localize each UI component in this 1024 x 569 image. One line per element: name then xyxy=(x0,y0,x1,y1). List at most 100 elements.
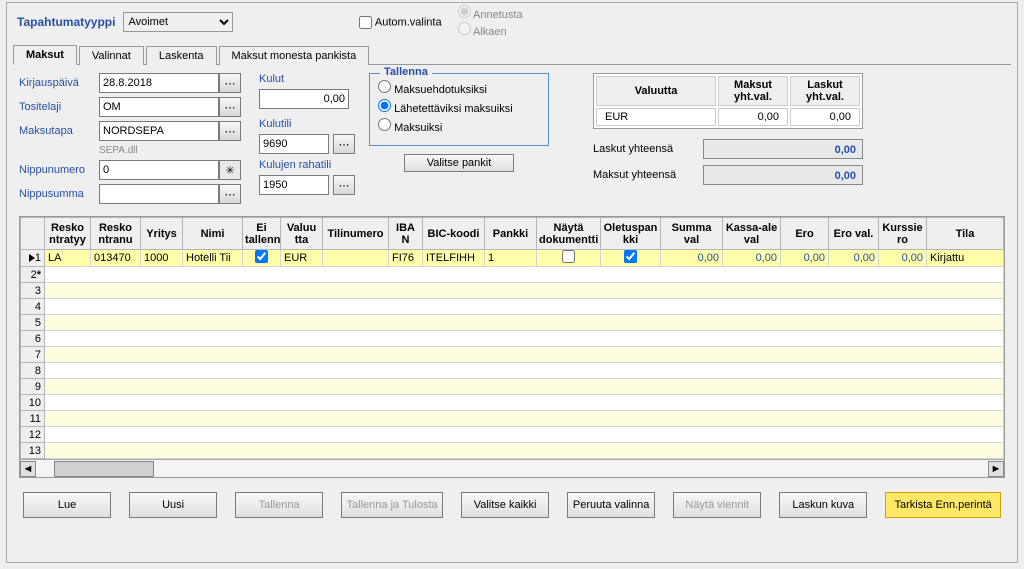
laskun-kuva-button[interactable]: Laskun kuva xyxy=(779,492,867,518)
nayta-viennit-button[interactable]: Näytä viennit xyxy=(673,492,761,518)
table-row[interactable]: 9 xyxy=(21,379,1004,395)
row-cursor-icon xyxy=(29,254,35,262)
tallenna-button[interactable]: Tallenna xyxy=(235,492,323,518)
maksutapa-label: Maksutapa xyxy=(19,125,99,137)
kirjauspaiva-label: Kirjauspäivä xyxy=(19,77,99,89)
col-valuutta[interactable]: Valuu tta xyxy=(281,218,323,250)
maksutapa-picker[interactable]: ⋯ xyxy=(219,121,241,141)
table-row[interactable]: 8 xyxy=(21,363,1004,379)
currency-cell: 0,00 xyxy=(790,108,860,126)
kulutili-label: Kulutili xyxy=(259,118,355,130)
kirjauspaiva-picker[interactable]: ⋯ xyxy=(219,73,241,93)
laskut-yht-value: 0,00 xyxy=(703,139,863,159)
tositelaji-input[interactable] xyxy=(99,97,219,117)
tallenna-legend: Tallenna xyxy=(380,66,432,78)
grid-hscroll[interactable]: ◄ ► xyxy=(20,459,1004,477)
nippusumma-picker[interactable]: ⋯ xyxy=(219,184,241,204)
kulut-input[interactable] xyxy=(259,89,349,109)
col-ero[interactable]: Ero xyxy=(781,218,829,250)
scroll-left-icon[interactable]: ◄ xyxy=(20,461,36,477)
col-reskontratyy[interactable]: Resko ntratyy xyxy=(45,218,91,250)
naytadok-check[interactable] xyxy=(562,250,575,263)
tarkista-button[interactable]: Tarkista Enn.perintä xyxy=(885,492,1001,518)
tositelaji-label: Tositelaji xyxy=(19,101,99,113)
uusi-button[interactable]: Uusi xyxy=(129,492,217,518)
col-eitallenn[interactable]: Ei tallenn xyxy=(243,218,281,250)
radio-annetusta[interactable]: Annetusta xyxy=(458,5,523,22)
table-row[interactable]: 6 xyxy=(21,331,1004,347)
autoselect-label: Autom.valinta xyxy=(375,16,442,28)
eitallenn-check[interactable] xyxy=(255,250,268,263)
col-bic[interactable]: BIC-koodi xyxy=(423,218,485,250)
kulujen-rahatili-picker[interactable]: ⋯ xyxy=(333,175,355,195)
kulujen-rahatili-label: Kulujen rahatili xyxy=(259,159,355,171)
col-reskontranu[interactable]: Resko ntranu xyxy=(91,218,141,250)
col-yritys[interactable]: Yritys xyxy=(141,218,183,250)
col-iban[interactable]: IBA N xyxy=(389,218,423,250)
nippunumero-input[interactable] xyxy=(99,160,219,180)
tab-valinnat[interactable]: Valinnat xyxy=(79,46,144,65)
opt-maksuehdotuksiksi[interactable]: Maksuehdotuksiksi xyxy=(378,80,540,99)
kirjauspaiva-input[interactable] xyxy=(99,73,219,93)
tab-maksut[interactable]: Maksut xyxy=(13,45,77,65)
oletuspankki-check[interactable] xyxy=(624,250,637,263)
table-row[interactable]: 3 xyxy=(21,283,1004,299)
autoselect-checkbox[interactable]: Autom.valinta xyxy=(359,16,441,29)
lue-button[interactable]: Lue xyxy=(23,492,111,518)
currency-hdr-valuutta: Valuutta xyxy=(596,76,716,106)
table-row[interactable]: 2* xyxy=(21,267,1004,283)
nippusumma-label: Nippusumma xyxy=(19,188,99,200)
nippunumero-add[interactable]: ✳ xyxy=(219,160,241,180)
col-nimi[interactable]: Nimi xyxy=(183,218,243,250)
table-row[interactable]: 10 xyxy=(21,395,1004,411)
col-pankki[interactable]: Pankki xyxy=(485,218,537,250)
col-kurssiero[interactable]: Kurssie ro xyxy=(879,218,927,250)
type-label: Tapahtumatyyppi xyxy=(17,15,115,29)
peruuta-button[interactable]: Peruuta valinna xyxy=(567,492,655,518)
tositelaji-picker[interactable]: ⋯ xyxy=(219,97,241,117)
col-summaval[interactable]: Summa val xyxy=(661,218,723,250)
tallenna-fieldset: Tallenna Maksuehdotuksiksi Lähetettäviks… xyxy=(369,73,549,146)
scroll-thumb[interactable] xyxy=(54,461,154,477)
radio-alkaen[interactable]: Alkaen xyxy=(458,22,523,39)
table-row[interactable]: 4 xyxy=(21,299,1004,315)
opt-maksuiksi[interactable]: Maksuiksi xyxy=(378,118,540,137)
currency-table: Valuutta Maksut yht.val. Laskut yht.val.… xyxy=(593,73,863,129)
col-oletuspankki[interactable]: Oletuspan kki xyxy=(601,218,661,250)
maksutapa-input[interactable] xyxy=(99,121,219,141)
kulutili-picker[interactable]: ⋯ xyxy=(333,134,355,154)
table-row[interactable]: 7 xyxy=(21,347,1004,363)
table-row[interactable]: 5 xyxy=(21,315,1004,331)
grid-corner xyxy=(21,218,45,250)
maksutapa-sub: SEPA.dll xyxy=(99,145,219,156)
tab-monesta[interactable]: Maksut monesta pankista xyxy=(219,46,370,65)
kulut-label: Kulut xyxy=(259,73,355,85)
nippusumma-input[interactable] xyxy=(99,184,219,204)
currency-hdr-maksut: Maksut yht.val. xyxy=(718,76,788,106)
kulujen-rahatili-input[interactable] xyxy=(259,175,329,195)
table-row[interactable]: 12 xyxy=(21,427,1004,443)
valitse-pankit-button[interactable]: Valitse pankit xyxy=(404,154,514,172)
kulutili-input[interactable] xyxy=(259,134,329,154)
scroll-right-icon[interactable]: ► xyxy=(988,461,1004,477)
col-tila[interactable]: Tila xyxy=(927,218,1004,250)
col-kassaale[interactable]: Kassa-ale val xyxy=(723,218,781,250)
currency-cell: 0,00 xyxy=(718,108,788,126)
col-tilinumero[interactable]: Tilinumero xyxy=(323,218,389,250)
table-row[interactable]: 1 LA 013470 1000 Hotelli Tii EUR FI76 IT… xyxy=(21,250,1004,267)
table-row[interactable]: 13 xyxy=(21,443,1004,459)
maksut-yht-value: 0,00 xyxy=(703,165,863,185)
tallenna-tulosta-button[interactable]: Tallenna ja Tulosta xyxy=(341,492,443,518)
currency-cell: EUR xyxy=(596,108,716,126)
payments-grid[interactable]: Resko ntratyy Resko ntranu Yritys Nimi E… xyxy=(20,217,1004,459)
laskut-yht-label: Laskut yhteensä xyxy=(593,143,703,155)
col-eroval[interactable]: Ero val. xyxy=(829,218,879,250)
nippunumero-label: Nippunumero xyxy=(19,164,99,176)
col-naytadok[interactable]: Näytä dokumentti xyxy=(537,218,601,250)
type-select[interactable]: Avoimet xyxy=(123,12,233,32)
valitse-kaikki-button[interactable]: Valitse kaikki xyxy=(461,492,549,518)
currency-hdr-laskut: Laskut yht.val. xyxy=(790,76,860,106)
table-row[interactable]: 11 xyxy=(21,411,1004,427)
opt-lahetettaviksi[interactable]: Lähetettäviksi maksuiksi xyxy=(378,99,540,118)
tab-laskenta[interactable]: Laskenta xyxy=(146,46,217,65)
